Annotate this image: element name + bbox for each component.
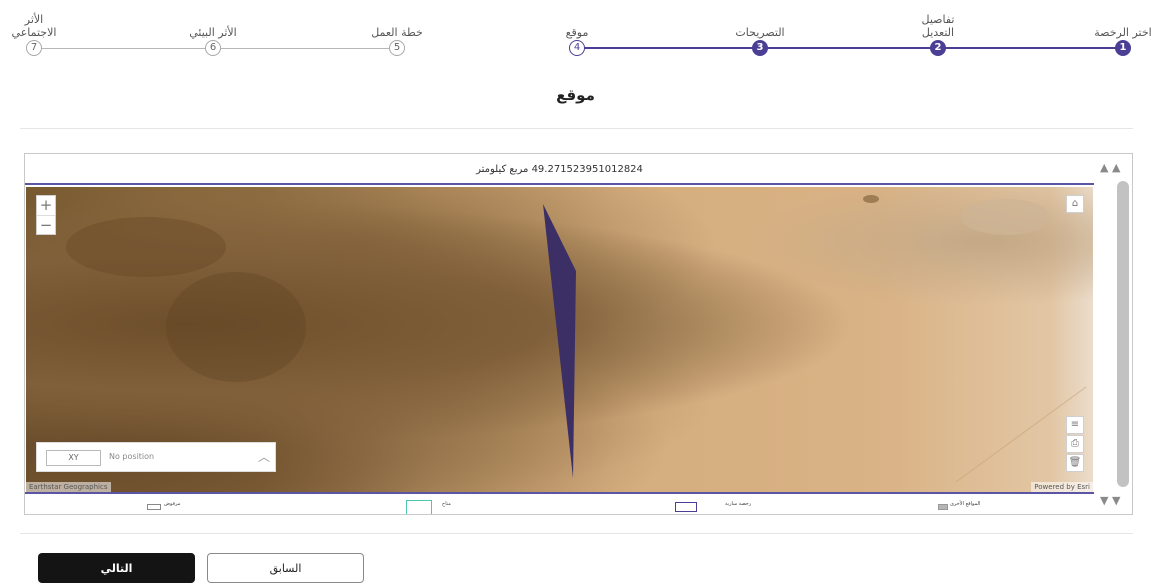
terrain-feature xyxy=(166,272,306,382)
legend-label: مرفوض xyxy=(164,501,181,507)
scroll-up-icon[interactable]: ▲ ▲ xyxy=(1100,162,1120,174)
legend-item: رخصة سارية xyxy=(675,498,751,512)
area-readout: 49.271523951012824 مربع كيلومتر xyxy=(25,154,1094,185)
legend-swatch xyxy=(406,500,432,514)
map-border xyxy=(25,492,1094,494)
home-icon[interactable]: ⌂ xyxy=(1066,195,1084,213)
legend-swatch xyxy=(675,502,697,512)
xy-input[interactable]: XY xyxy=(46,450,101,466)
step-label: التصريحات xyxy=(735,26,785,39)
zoom-out-button[interactable]: − xyxy=(37,215,55,234)
legend-item: مرفوض xyxy=(147,498,197,512)
step-2[interactable]: تفاصيل التعديل 2 xyxy=(868,0,1008,64)
step-number: 5 xyxy=(389,40,405,56)
step-6[interactable]: الأثر البيئي 6 xyxy=(143,0,283,64)
map-view[interactable]: + − ⌂ ≡ ⎙ 🗑 XY No position ︿ Earthstar G… xyxy=(26,187,1093,492)
map-attribution: Earthstar Geographics xyxy=(26,482,111,492)
terrain-feature xyxy=(863,195,879,203)
scrollbar-thumb[interactable] xyxy=(1117,181,1129,487)
step-label: الأثر البيئي xyxy=(189,26,237,39)
previous-button[interactable]: السابق xyxy=(207,553,364,583)
parcel-polygon[interactable] xyxy=(543,204,576,478)
legend-swatch xyxy=(147,504,161,510)
step-label: موقع xyxy=(565,26,589,39)
powered-by: Powered by Esri xyxy=(1031,482,1093,492)
step-5[interactable]: خطة العمل 5 xyxy=(327,0,467,64)
step-label: الأثر الاجتماعي xyxy=(11,13,57,39)
chevron-up-icon[interactable]: ︿ xyxy=(258,448,270,465)
step-number: 7 xyxy=(26,40,42,56)
layers-icon[interactable]: ≡ xyxy=(1066,416,1084,434)
divider xyxy=(20,533,1133,534)
zoom-controls: + − xyxy=(36,195,56,235)
zoom-in-button[interactable]: + xyxy=(37,196,55,215)
step-number: 1 xyxy=(1115,40,1131,56)
step-7[interactable]: الأثر الاجتماعي 7 xyxy=(2,0,66,64)
coordinate-panel: XY No position ︿ xyxy=(36,442,276,472)
legend-label: المواقع الأخرى xyxy=(950,501,981,507)
stepper: اختر الرخصة 1 تفاصيل التعديل 2 التصريحات… xyxy=(0,0,1151,64)
step-label: اختر الرخصة xyxy=(1094,26,1151,39)
step-number: 2 xyxy=(930,40,946,56)
step-1[interactable]: اختر الرخصة 1 xyxy=(1053,0,1151,64)
step-number: 4 xyxy=(569,40,585,56)
trash-icon[interactable]: 🗑 xyxy=(1066,454,1084,472)
step-label: تفاصيل التعديل xyxy=(921,13,955,39)
legend-item: متاح xyxy=(406,498,466,514)
terrain-feature xyxy=(66,217,226,277)
step-number: 6 xyxy=(205,40,221,56)
position-readout: No position xyxy=(109,452,155,461)
stepper-track-done xyxy=(578,47,1122,49)
next-button[interactable]: التالي xyxy=(38,553,195,583)
legend-item: المواقع الأخرى xyxy=(938,498,1000,512)
terrain-feature xyxy=(961,199,1051,235)
legend-label: رخصة سارية xyxy=(725,501,752,507)
legend-swatch xyxy=(938,504,948,510)
map-legend: المواقع الأخرى رخصة سارية متاح مرفوض xyxy=(25,495,1094,515)
print-icon[interactable]: ⎙ xyxy=(1066,435,1084,453)
step-4[interactable]: موقع 4 xyxy=(507,0,647,64)
step-label: خطة العمل xyxy=(371,26,423,39)
map-scroll-column: ▲ ▲ ▼ ▼ xyxy=(1094,154,1134,516)
step-3[interactable]: التصريحات 3 xyxy=(690,0,830,64)
step-number: 3 xyxy=(752,40,768,56)
map-panel: 49.271523951012824 مربع كيلومتر + − ⌂ ≡ … xyxy=(24,153,1133,515)
divider xyxy=(20,128,1133,129)
scroll-down-icon[interactable]: ▼ ▼ xyxy=(1100,495,1120,507)
legend-label: متاح xyxy=(442,501,451,507)
page-title: موقع xyxy=(556,86,595,104)
